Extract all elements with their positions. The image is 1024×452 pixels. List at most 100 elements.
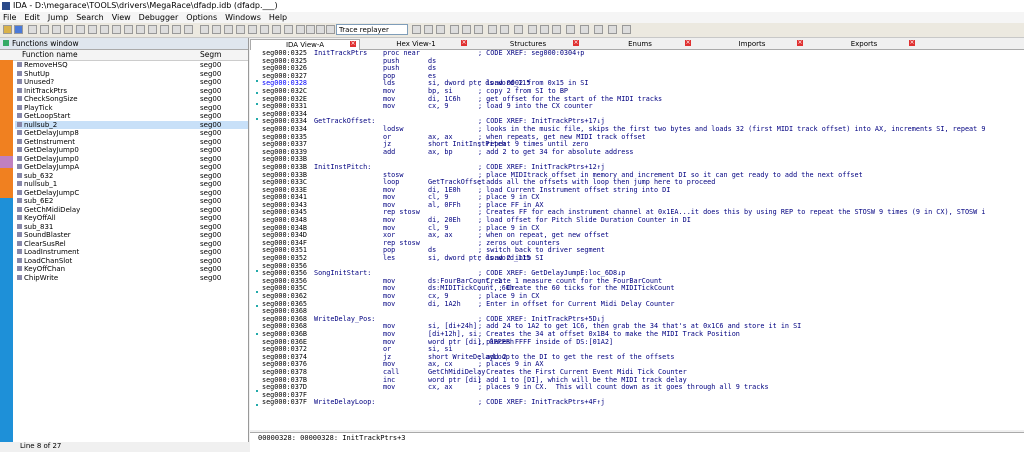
code-line[interactable]: seg000:0331 mov cx, 9; load 9 into the CX … [262, 103, 1024, 111]
toolbar-button-icon[interactable] [40, 25, 49, 34]
function-row[interactable]: GetChMidiDelay seg00 [15, 206, 248, 215]
function-row[interactable]: KeyOffChan seg00 [15, 265, 248, 274]
toolbar-button-icon[interactable] [224, 25, 233, 34]
function-row[interactable]: nullsub_1 seg00 [15, 180, 248, 189]
function-row[interactable]: sub_6E2 seg00 [15, 197, 248, 206]
toolbar-button-icon[interactable] [474, 25, 483, 34]
function-row[interactable]: InitTrackPtrs seg00 [15, 87, 248, 96]
function-row[interactable]: SoundBlaster seg00 [15, 231, 248, 240]
toolbar-button-icon[interactable] [284, 25, 293, 34]
menu-view[interactable]: View [112, 13, 131, 22]
function-row[interactable]: GetInstrument seg00 [15, 138, 248, 147]
toolbar-button-icon[interactable] [64, 25, 73, 34]
function-row[interactable]: GetDelayJump8 seg00 [15, 129, 248, 138]
function-row[interactable]: KeyOffAll seg00 [15, 214, 248, 223]
toolbar-button-icon[interactable] [184, 25, 193, 34]
code-line[interactable]: seg000:0368 [262, 308, 1024, 316]
menu-file[interactable]: File [3, 13, 16, 22]
menu-jump[interactable]: Jump [48, 13, 68, 22]
function-row[interactable]: nullsub_2 seg00 [15, 120, 248, 129]
function-row[interactable]: sub_831 seg00 [15, 223, 248, 232]
menu-search[interactable]: Search [76, 13, 103, 22]
function-row[interactable]: RemoveHSQ seg00 [15, 61, 248, 70]
code-line[interactable]: seg000:0325 push ds [262, 57, 1024, 66]
toolbar-button-icon[interactable] [212, 25, 221, 34]
code-line[interactable]: seg000:0352 les si, dword ptr ds:word_115;… [262, 254, 1024, 263]
tab-imports[interactable]: Imports × [698, 39, 806, 49]
code-line[interactable]: seg000:035C mov ds:MIDITickCount, 60h; `` … [262, 285, 1024, 293]
toolbar-button-icon[interactable] [462, 25, 471, 34]
debugger-select[interactable]: Trace replayer [336, 24, 408, 35]
code-line[interactable]: seg000:034B mov cl, 9; place 9 in CX [262, 224, 1024, 233]
toolbar-button-icon[interactable] [450, 25, 459, 34]
toolbar-button-icon[interactable] [3, 25, 12, 34]
code-line[interactable]: seg000:0374 jz short WriteDelayLoop; add 2… [262, 353, 1024, 362]
code-line[interactable]: seg000:0341 mov cl, 9; place 9 in CX [262, 194, 1024, 202]
function-row[interactable]: GetDelayJump0 seg00 [15, 146, 248, 155]
toolbar-button-icon[interactable] [566, 25, 575, 34]
toolbar-button-icon[interactable] [248, 25, 257, 34]
function-row[interactable]: Unused? seg00 [15, 78, 248, 87]
close-tab-icon[interactable]: × [461, 40, 467, 46]
toolbar-button-icon[interactable] [326, 25, 335, 34]
toolbar-button-icon[interactable] [608, 25, 617, 34]
toolbar-button-icon[interactable] [160, 25, 169, 34]
toolbar-button-icon[interactable] [316, 25, 325, 34]
menu-options[interactable]: Options [186, 13, 217, 22]
toolbar-button-icon[interactable] [296, 25, 305, 34]
code-line[interactable]: seg000:034F rep stosw; zeros out counters [262, 239, 1024, 248]
code-line[interactable]: seg000:033B [262, 156, 1024, 164]
menu-debugger[interactable]: Debugger [139, 13, 179, 22]
toolbar-button-icon[interactable] [424, 25, 433, 34]
tab-hex-view-1[interactable]: Hex View-1 × [362, 39, 470, 49]
tab-exports[interactable]: Exports × [810, 39, 918, 49]
toolbar-button-icon[interactable] [488, 25, 497, 34]
menu-edit[interactable]: Edit [24, 13, 40, 22]
column-segment[interactable]: Segm [200, 50, 221, 60]
function-row[interactable]: LoadChanSlot seg00 [15, 257, 248, 266]
function-row[interactable]: GetDelayJumpC seg00 [15, 189, 248, 198]
code-line[interactable]: seg000:037F [262, 391, 1024, 400]
function-row[interactable]: GetDelayJumpA seg00 [15, 163, 248, 172]
toolbar-button-icon[interactable] [622, 25, 631, 34]
toolbar-button-icon[interactable] [236, 25, 245, 34]
toolbar-button-icon[interactable] [148, 25, 157, 34]
code-line[interactable]: seg000:0337 jz short InitInstPitch; repeat… [262, 141, 1024, 149]
menu-windows[interactable]: Windows [225, 13, 261, 22]
code-line[interactable]: seg000:034D xor ax, ax; when on repeat, ge… [262, 232, 1024, 240]
disassembly-view[interactable]: seg000:0325 InitTrackPtrs proc near; CODE … [262, 50, 1024, 430]
code-line[interactable]: seg000:0365 mov di, 1A2h; Enter in offset … [262, 300, 1024, 309]
navigation-strip[interactable] [0, 60, 13, 443]
toolbar-button-icon[interactable] [436, 25, 445, 34]
toolbar-button-icon[interactable] [52, 25, 61, 34]
code-line[interactable]: seg000:036E mov word ptr [di], 0FFFFh; pla… [262, 338, 1024, 347]
toolbar-button-icon[interactable] [272, 25, 281, 34]
toolbar-button-icon[interactable] [200, 25, 209, 34]
function-row[interactable]: ShutUp seg00 [15, 70, 248, 79]
code-line[interactable]: seg000:0328 lds si, dword ptr ds:word_115;… [262, 80, 1024, 88]
toolbar-button-icon[interactable] [112, 25, 121, 34]
toolbar-button-icon[interactable] [14, 25, 23, 34]
toolbar-button-icon[interactable] [580, 25, 589, 34]
toolbar-button-icon[interactable] [172, 25, 181, 34]
tab-ida-view-a[interactable]: IDA View-A × [250, 39, 360, 50]
code-line[interactable]: seg000:033E mov di, 1E0h; load Current Ins… [262, 186, 1024, 195]
code-line[interactable]: seg000:0351 pop ds; switch back to driver … [262, 247, 1024, 255]
toolbar-button-icon[interactable] [136, 25, 145, 34]
toolbar-button-icon[interactable] [76, 25, 85, 34]
code-line[interactable]: seg000:0335 or ax, ax; when repeats, get n… [262, 133, 1024, 142]
code-line[interactable]: seg000:0327 pop es [262, 72, 1024, 81]
tab-enums[interactable]: Enums × [586, 39, 694, 49]
code-line[interactable]: seg000:0339 add ax, bp; add 2 to get 34 fo… [262, 148, 1024, 157]
toolbar-button-icon[interactable] [88, 25, 97, 34]
function-row[interactable]: ClearSusRel seg00 [15, 240, 248, 249]
code-line[interactable]: seg000:0325 InitTrackPtrs proc near; CODE … [262, 50, 1024, 58]
menu-help[interactable]: Help [269, 13, 287, 22]
toolbar-button-icon[interactable] [28, 25, 37, 34]
function-row[interactable]: CheckSongSize seg00 [15, 95, 248, 104]
toolbar-button-icon[interactable] [412, 25, 421, 34]
close-tab-icon[interactable]: × [350, 41, 356, 47]
close-tab-icon[interactable]: × [685, 40, 691, 46]
toolbar-button-icon[interactable] [100, 25, 109, 34]
function-row[interactable]: LoadInstrument seg00 [15, 248, 248, 257]
